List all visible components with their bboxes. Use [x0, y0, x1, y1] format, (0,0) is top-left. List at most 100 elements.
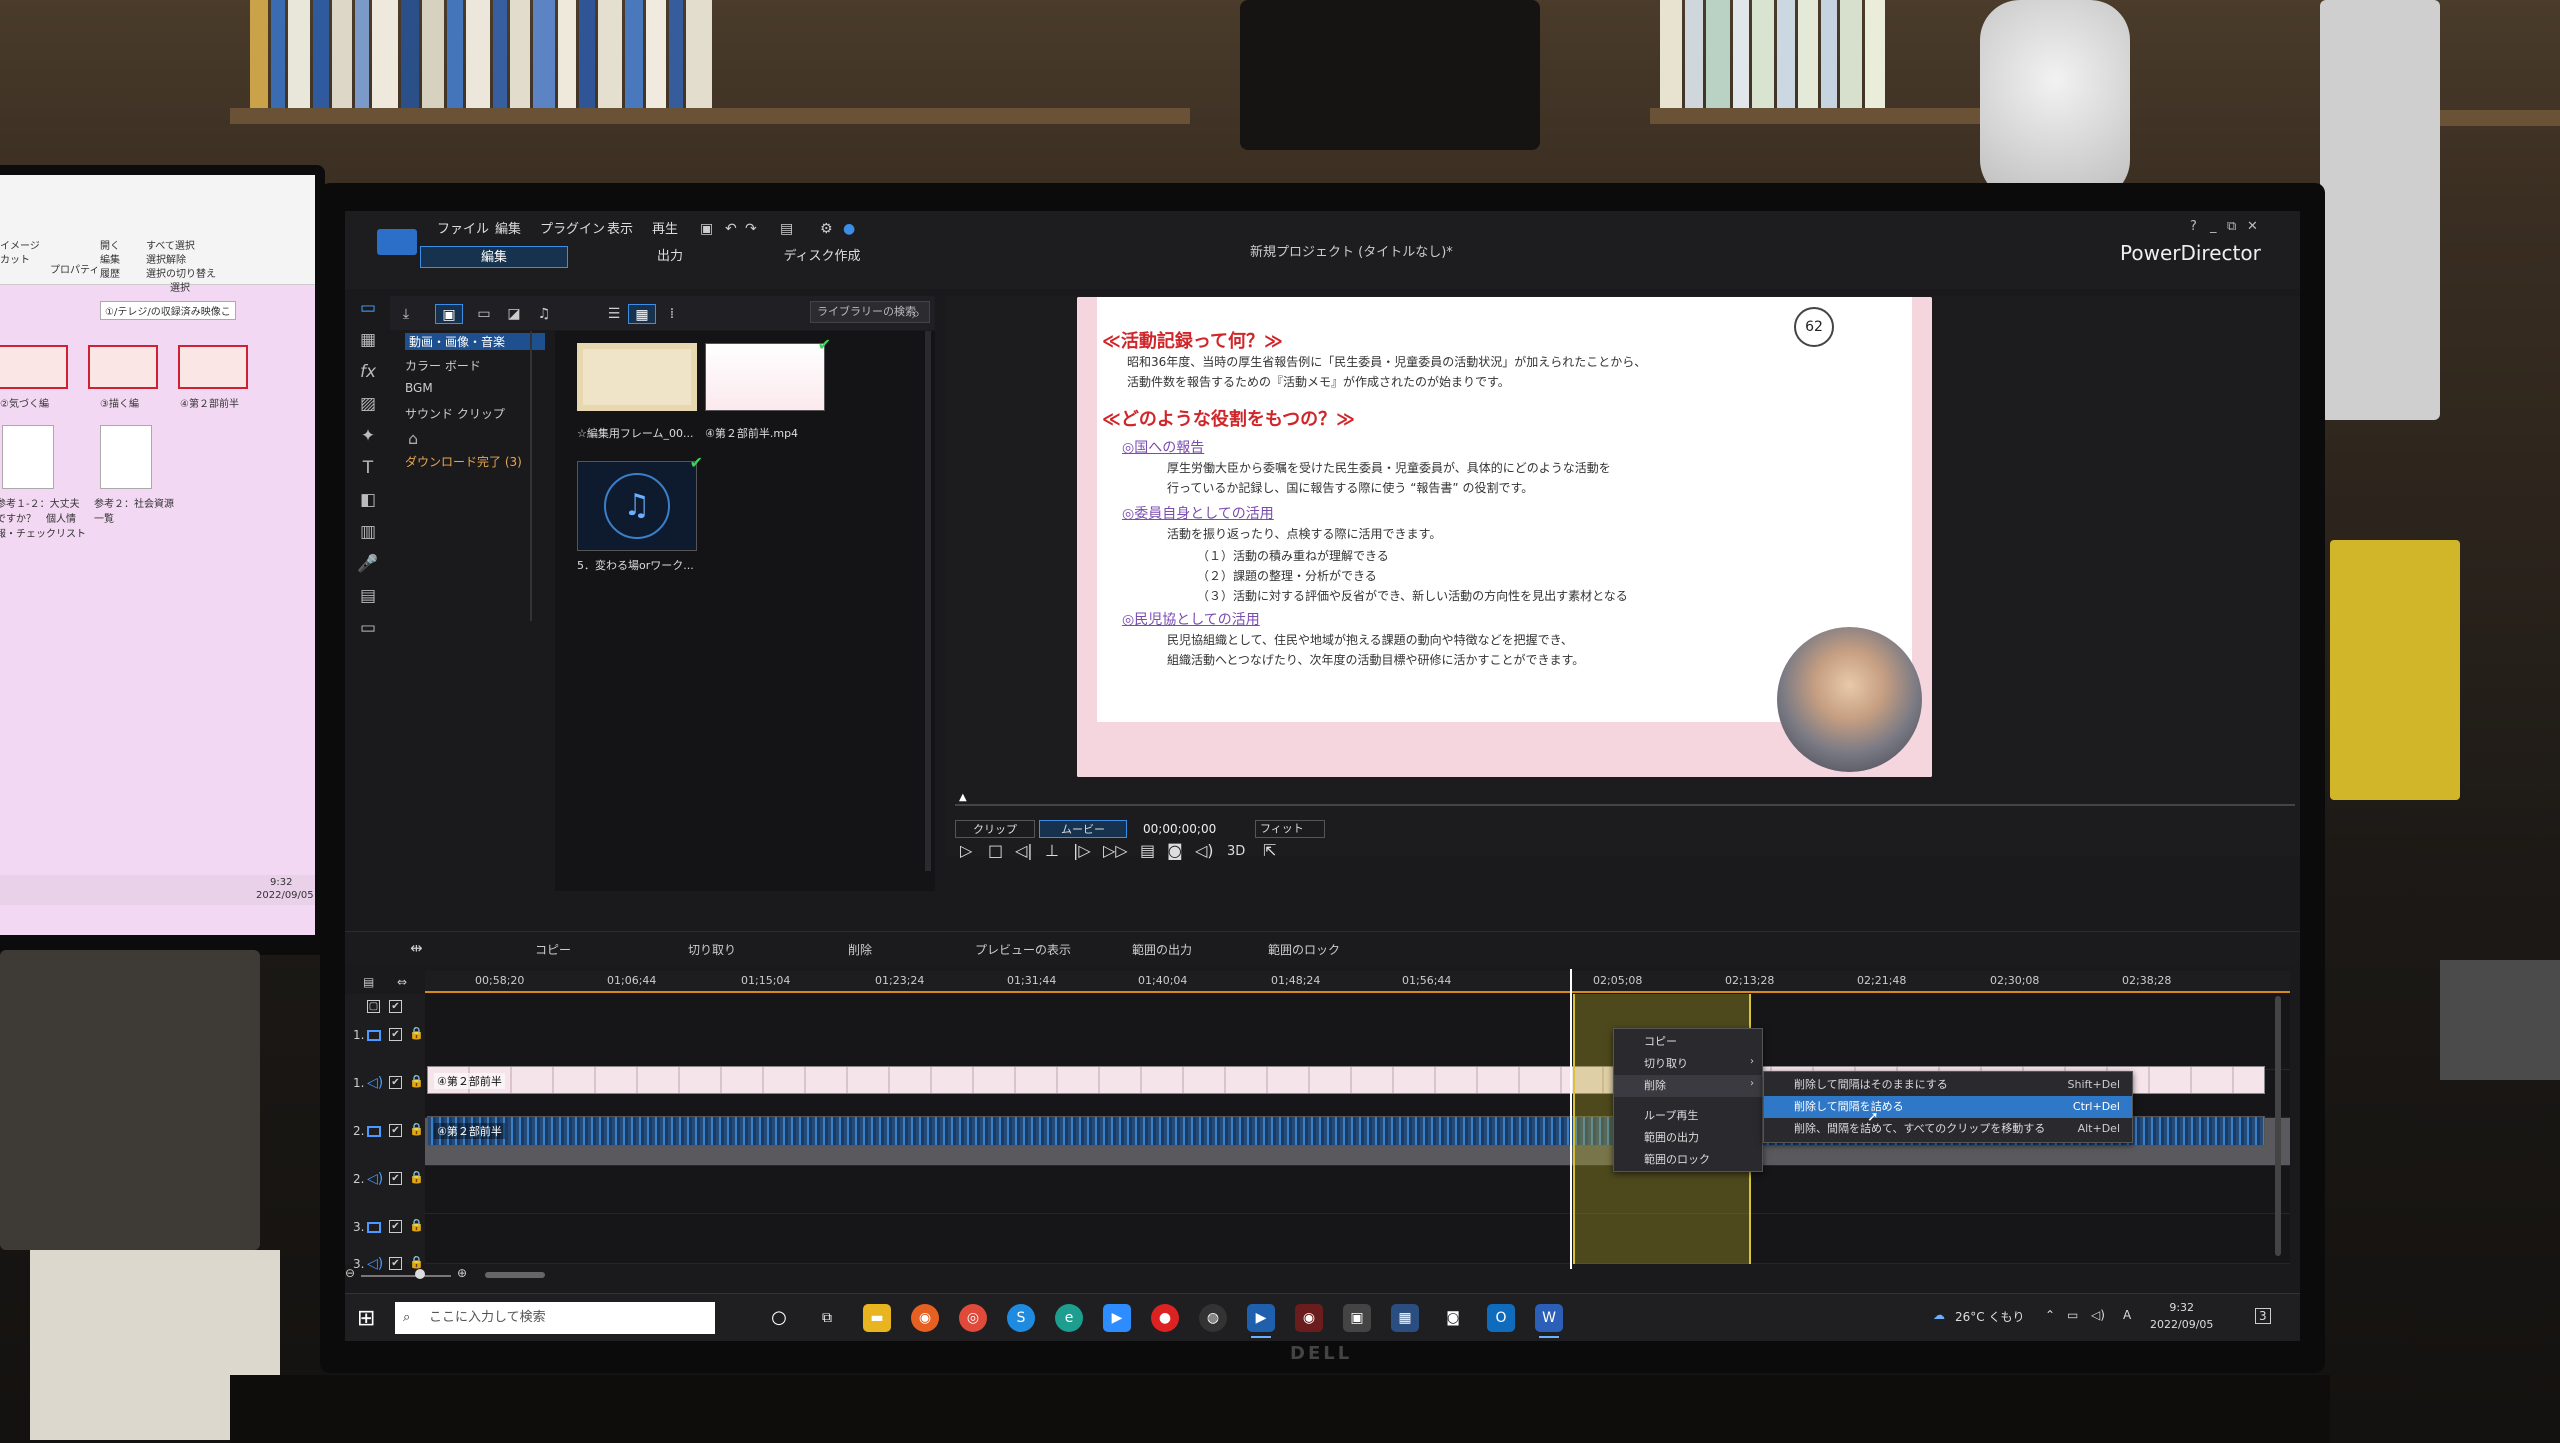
category-downloads[interactable]: ダウンロード完了 (3)	[405, 453, 522, 470]
ctx-cut[interactable]: 切り取り	[1614, 1053, 1762, 1075]
tab-edit[interactable]: 編集	[420, 246, 568, 268]
ribbon-item[interactable]: すべて選択	[146, 237, 195, 252]
template-room-icon[interactable]: ▦	[357, 329, 379, 351]
chrome-icon[interactable]: ◎	[959, 1304, 987, 1332]
grid-view-icon[interactable]: ▦	[628, 304, 656, 324]
stop-icon[interactable]: □	[988, 841, 1003, 860]
ribbon-item[interactable]: 選択の切り替え	[146, 265, 216, 280]
category-media[interactable]: 動画・画像・音楽	[405, 333, 545, 350]
zoom-out-icon[interactable]: ⊖	[345, 1266, 355, 1280]
category-sound-clip[interactable]: サウンド クリップ	[405, 405, 505, 422]
file-explorer-icon[interactable]: ▬	[863, 1304, 891, 1332]
layout-icon[interactable]: ▤	[780, 221, 793, 237]
tab-produce[interactable]: 出力	[640, 246, 700, 268]
zoom-in-icon[interactable]: ⊕	[457, 1266, 467, 1280]
subtitle-room-icon[interactable]: ▭	[357, 617, 379, 639]
filter-music-icon[interactable]: ♫	[530, 304, 558, 324]
weather-text[interactable]: 26°C くもり	[1955, 1308, 2024, 1325]
split-icon[interactable]: ⊥	[1045, 841, 1059, 860]
track-enable-checkbox[interactable]: ✔	[389, 1220, 402, 1233]
cut-button[interactable]: 切り取り	[688, 941, 736, 958]
lock-icon[interactable]: 🔒	[409, 1122, 424, 1136]
cortana-icon[interactable]: ○	[765, 1304, 793, 1332]
notification-badge[interactable]: 3	[2255, 1308, 2271, 1324]
undo-icon[interactable]: ↶	[725, 221, 737, 237]
undock-icon[interactable]: ⇱	[1263, 841, 1276, 860]
task-view-icon[interactable]: ⧉	[813, 1304, 841, 1332]
edge-icon[interactable]: e	[1055, 1304, 1083, 1332]
close-button[interactable]: ✕	[2247, 219, 2258, 234]
skype-icon[interactable]: S	[1007, 1304, 1035, 1332]
fast-forward-icon[interactable]: ▷▷	[1103, 841, 1128, 860]
lock-icon[interactable]: 🔒	[409, 1074, 424, 1088]
list-view-icon[interactable]: ☰	[600, 304, 628, 324]
playhead[interactable]	[1570, 969, 1572, 1269]
ime-indicator[interactable]: A	[2123, 1308, 2131, 1322]
lock-icon[interactable]: 🔒	[409, 1170, 424, 1184]
preview-clip-tab[interactable]: クリップ	[955, 820, 1035, 838]
category-color-board[interactable]: カラー ボード	[405, 357, 481, 374]
fx-room-icon[interactable]: fx	[357, 361, 379, 383]
track-enable-checkbox[interactable]: ✔	[389, 1028, 402, 1041]
obs-icon[interactable]: ◍	[1199, 1304, 1227, 1332]
app-icon[interactable]: ▣	[1343, 1304, 1371, 1332]
track-enable-checkbox[interactable]: ✔	[389, 1172, 402, 1185]
powerdirector-taskbar-icon[interactable]: ▶	[1247, 1304, 1275, 1338]
filter-all-icon[interactable]: ▣	[435, 304, 463, 324]
submenu-delete-keep-gap[interactable]: 削除して間隔はそのままにする Shift+Del	[1764, 1074, 2132, 1096]
ribbon-item[interactable]: プロパティ	[50, 261, 99, 276]
notification-icon[interactable]: ●	[843, 221, 855, 237]
chapter-room-icon[interactable]: ▤	[357, 585, 379, 607]
add-tag-icon[interactable]: ⌂	[408, 429, 418, 448]
play-icon[interactable]: ▷	[960, 841, 972, 860]
pip-room-icon[interactable]: ▨	[357, 393, 379, 415]
file-thumbnail[interactable]	[0, 345, 68, 389]
category-bgm[interactable]: BGM	[405, 381, 433, 395]
ctx-loop-play[interactable]: ループ再生	[1614, 1105, 1762, 1127]
library-scrollbar[interactable]	[925, 331, 931, 871]
app-icon[interactable]: ▦	[1391, 1304, 1419, 1332]
3d-mode-button[interactable]: 3D	[1227, 844, 1245, 859]
fit-dropdown[interactable]: フィット	[1255, 820, 1325, 838]
copy-button[interactable]: コピー	[535, 941, 571, 958]
ribbon-item[interactable]: 編集	[100, 251, 120, 266]
menu-edit[interactable]: 編集	[495, 218, 521, 237]
next-frame-icon[interactable]: |▷	[1073, 841, 1091, 860]
submenu-delete-ripple-all[interactable]: 削除、間隔を詰めて、すべてのクリップを移動する Alt+Del	[1764, 1118, 2132, 1140]
media-item[interactable]: ♫ ✔ 5．変わる場orワーク...	[577, 453, 703, 573]
volume-icon[interactable]: ◁)	[1195, 841, 1214, 860]
save-icon[interactable]: ▣	[700, 221, 713, 237]
media-room-icon[interactable]: ▭	[357, 297, 379, 319]
outlook-icon[interactable]: O	[1487, 1304, 1515, 1332]
prev-frame-icon[interactable]: ◁|	[1015, 841, 1033, 860]
menu-plugin[interactable]: プラグイン	[540, 218, 605, 237]
track-enable-checkbox[interactable]: ✔	[389, 1076, 402, 1089]
volume-icon[interactable]: ◁)	[2091, 1308, 2105, 1322]
export-range-button[interactable]: 範囲の出力	[1132, 941, 1192, 958]
track-enable-checkbox[interactable]: ✔	[389, 1000, 402, 1013]
preview-scrub-bar[interactable]	[955, 804, 2295, 806]
ribbon-item[interactable]: イメージ	[0, 237, 40, 252]
track-lane[interactable]	[425, 1214, 2290, 1264]
zoom-slider[interactable]	[361, 1275, 451, 1277]
ctx-export-range[interactable]: 範囲の出力	[1614, 1127, 1762, 1149]
filter-video-icon[interactable]: ▭	[470, 304, 498, 324]
tray-chevron-icon[interactable]: ⌃	[2045, 1308, 2055, 1322]
preview-range-button[interactable]: プレビューの表示	[975, 941, 1071, 958]
record-icon[interactable]: ●	[1151, 1304, 1179, 1332]
track-enable-checkbox[interactable]: ✔	[389, 1124, 402, 1137]
file-thumbnail[interactable]	[178, 345, 248, 389]
camera-icon[interactable]: ◙	[1439, 1304, 1467, 1332]
help-button[interactable]: ?	[2190, 219, 2197, 234]
windows-start-icon[interactable]: ⊞	[357, 1306, 375, 1331]
pdf-file-icon[interactable]	[2, 425, 54, 489]
maximize-button[interactable]: ⧉	[2227, 219, 2236, 234]
thumbnail-size-icon[interactable]: ⁞	[658, 304, 686, 324]
timeline-vertical-scrollbar[interactable]	[2275, 996, 2281, 1256]
ctx-copy[interactable]: コピー	[1614, 1031, 1762, 1053]
ribbon-item[interactable]: カット	[0, 251, 30, 266]
menu-play[interactable]: 再生	[652, 218, 678, 237]
ctx-lock-range[interactable]: 範囲のロック	[1614, 1149, 1762, 1171]
transition-room-icon[interactable]: ◧	[357, 489, 379, 511]
path-search-box[interactable]: ①/テレジ/の収録済み映像こ	[100, 301, 236, 320]
